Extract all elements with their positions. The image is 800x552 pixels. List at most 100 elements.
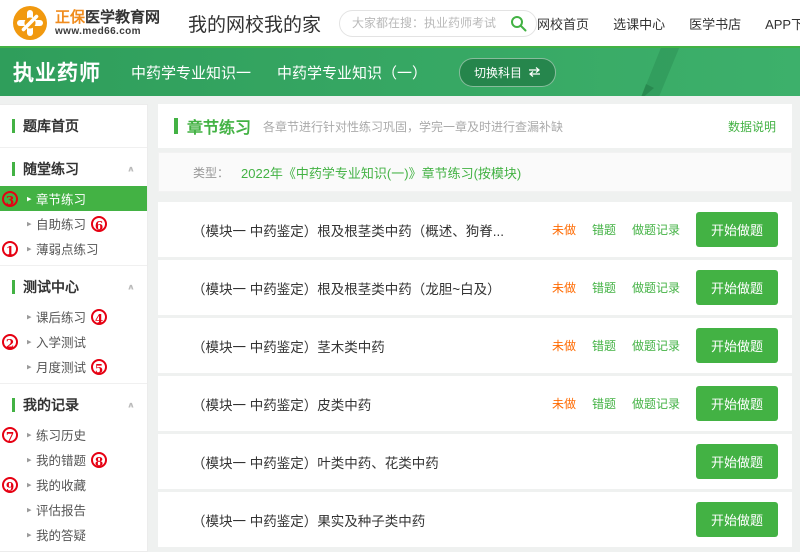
start-exercise-button[interactable]: 开始做题 <box>696 502 778 537</box>
sidebar-item[interactable]: ▸练习历史7 <box>0 422 147 447</box>
exam-name: 执业药师 <box>13 57 101 87</box>
nav-link-courses[interactable]: 选课中心 <box>613 14 665 33</box>
page-subtitle: 各章节进行针对性练习巩固，学完一章及时进行查漏补缺 <box>263 118 563 135</box>
annotation-badge: 8 <box>91 452 107 468</box>
chevron-up-icon: ∧ <box>127 401 135 410</box>
sidebar-item[interactable]: ▸评估报告 <box>0 497 147 522</box>
caret-right-icon: ▸ <box>27 218 32 229</box>
brand-url: www.med66.com <box>55 26 160 38</box>
search-icon[interactable] <box>510 15 527 32</box>
sidebar-item[interactable]: ▸我的错题8 <box>0 447 147 472</box>
sidebar-item[interactable]: ▸我的收藏9 <box>0 472 147 497</box>
exercise-row: （模块一 中药鉴定）根及根茎类中药（概述、狗脊...未做错题做题记录开始做题 <box>158 202 792 257</box>
accent-bar-icon <box>12 162 15 176</box>
answer-record-link[interactable]: 做题记录 <box>632 279 680 296</box>
sidebar-item[interactable]: ▸自助练习6 <box>0 211 147 236</box>
sidebar-item[interactable]: ▸薄弱点练习1 <box>0 236 147 261</box>
row-actions: 未做错题做题记录开始做题 <box>542 386 778 421</box>
exercise-row: （模块一 中药鉴定）皮类中药 未做错题做题记录开始做题 <box>158 376 792 431</box>
nav-link-home[interactable]: 网校首页 <box>537 14 589 33</box>
wrong-questions-link[interactable]: 错题 <box>592 395 616 412</box>
subject-tab-1[interactable]: 中药学专业知识一 <box>131 62 251 83</box>
answer-record-link[interactable]: 做题记录 <box>632 395 680 412</box>
site-slogan: 我的网校我的家 <box>188 10 321 37</box>
exercise-title: （模块一 中药鉴定）皮类中药 <box>192 394 371 414</box>
caret-right-icon: ▸ <box>27 479 32 490</box>
caret-right-icon: ▸ <box>27 243 32 254</box>
wrong-questions-link[interactable]: 错题 <box>592 337 616 354</box>
annotation-badge: 2 <box>2 334 18 350</box>
exercise-title: （模块一 中药鉴定）叶类中药、花类中药 <box>192 452 439 472</box>
main-content: 章节练习 各章节进行针对性练习巩固，学完一章及时进行查漏补缺 数据说明 类型： … <box>158 104 792 550</box>
wrong-questions-link[interactable]: 错题 <box>592 279 616 296</box>
top-navbar: 正保医学教育网 www.med66.com 我的网校我的家 网校首页 选课中心 … <box>0 0 800 48</box>
undone-link[interactable]: 未做 <box>552 395 576 412</box>
start-exercise-button[interactable]: 开始做题 <box>696 270 778 305</box>
exercise-row: （模块一 中药鉴定）叶类中药、花类中药 开始做题 <box>158 434 792 489</box>
annotation-badge: 7 <box>2 427 18 443</box>
caret-right-icon: ▸ <box>27 529 32 540</box>
section-accent-bar <box>174 118 178 134</box>
nav-link-bookstore[interactable]: 医学书店 <box>689 14 741 33</box>
chevron-up-icon: ∧ <box>127 283 135 292</box>
start-exercise-button[interactable]: 开始做题 <box>696 386 778 421</box>
brand-name-orange: 正保 <box>55 9 85 26</box>
type-filter-card: 类型： 2022年《中药学专业知识(一)》章节练习(按模块) <box>158 152 792 192</box>
caret-right-icon: ▸ <box>27 193 32 204</box>
sidebar: 题库首页随堂练习∧▸章节练习3▸自助练习6▸薄弱点练习1测试中心∧▸课后练习4▸… <box>0 104 148 552</box>
row-actions: 未做错题做题记录开始做题 <box>542 212 778 247</box>
answer-record-link[interactable]: 做题记录 <box>632 337 680 354</box>
sidebar-item[interactable]: ▸月度测试5 <box>0 354 147 379</box>
accent-bar-icon <box>12 119 15 133</box>
sidebar-item[interactable]: ▸我的答疑 <box>0 522 147 547</box>
start-exercise-button[interactable]: 开始做题 <box>696 444 778 479</box>
caret-right-icon: ▸ <box>27 361 32 372</box>
row-actions: 未做错题做题记录开始做题 <box>542 270 778 305</box>
brand-name-dark: 医学教育网 <box>85 9 160 26</box>
swap-icon <box>528 67 541 77</box>
sidebar-item[interactable]: ▸章节练习3 <box>0 186 147 211</box>
undone-link[interactable]: 未做 <box>552 337 576 354</box>
sidebar-section-header[interactable]: 我的记录∧ <box>0 388 147 422</box>
start-exercise-button[interactable]: 开始做题 <box>696 212 778 247</box>
caret-right-icon: ▸ <box>27 504 32 515</box>
subject-tab-2[interactable]: 中药学专业知识（一） <box>277 62 427 83</box>
undone-link[interactable]: 未做 <box>552 221 576 238</box>
undone-link[interactable]: 未做 <box>552 279 576 296</box>
type-selected-option[interactable]: 2022年《中药学专业知识(一)》章节练习(按模块) <box>241 163 521 182</box>
site-logo[interactable]: 正保医学教育网 www.med66.com <box>12 5 160 41</box>
sidebar-section: 测试中心∧▸课后练习4▸入学测试2▸月度测试5 <box>0 265 147 383</box>
row-actions: 开始做题 <box>686 444 778 479</box>
caret-right-icon: ▸ <box>27 336 32 347</box>
start-exercise-button[interactable]: 开始做题 <box>696 328 778 363</box>
answer-record-link[interactable]: 做题记录 <box>632 221 680 238</box>
sidebar-item[interactable]: ▸课后练习4 <box>0 304 147 329</box>
search-input[interactable] <box>339 10 537 37</box>
wrong-questions-link[interactable]: 错题 <box>592 221 616 238</box>
chevron-up-icon: ∧ <box>127 165 135 174</box>
annotation-badge: 1 <box>2 241 18 257</box>
sidebar-section-header[interactable]: 题库首页 <box>0 109 147 143</box>
annotation-badge: 3 <box>2 191 18 207</box>
sidebar-section: 我的记录∧▸练习历史7▸我的错题8▸我的收藏9▸评估报告▸我的答疑 <box>0 383 147 551</box>
nav-link-app-download[interactable]: APP下载∨ <box>765 14 800 33</box>
section-header-card: 章节练习 各章节进行针对性练习巩固，学完一章及时进行查漏补缺 数据说明 <box>158 104 792 148</box>
page-body: 题库首页随堂练习∧▸章节练习3▸自助练习6▸薄弱点练习1测试中心∧▸课后练习4▸… <box>0 96 800 552</box>
caret-right-icon: ▸ <box>27 311 32 322</box>
logo-icon <box>12 5 48 41</box>
sidebar-section: 随堂练习∧▸章节练习3▸自助练习6▸薄弱点练习1 <box>0 147 147 265</box>
page-title: 章节练习 <box>187 114 251 138</box>
exercise-row: （模块一 中药鉴定）茎木类中药 未做错题做题记录开始做题 <box>158 318 792 373</box>
caret-right-icon: ▸ <box>27 454 32 465</box>
switch-subject-button[interactable]: 切换科目 <box>459 58 556 87</box>
row-actions: 未做错题做题记录开始做题 <box>542 328 778 363</box>
data-note-link[interactable]: 数据说明 <box>728 118 776 135</box>
row-actions: 开始做题 <box>686 502 778 537</box>
sidebar-section-header[interactable]: 测试中心∧ <box>0 270 147 304</box>
subject-banner: 执业药师 中药学专业知识一 中药学专业知识（一） 切换科目 <box>0 48 800 96</box>
exercise-title: （模块一 中药鉴定）根及根茎类中药（龙胆~白及） <box>192 278 501 298</box>
sidebar-section-header[interactable]: 随堂练习∧ <box>0 152 147 186</box>
sidebar-item[interactable]: ▸入学测试2 <box>0 329 147 354</box>
exercise-list: （模块一 中药鉴定）根及根茎类中药（概述、狗脊...未做错题做题记录开始做题 （模… <box>158 202 792 547</box>
exercise-title: （模块一 中药鉴定）茎木类中药 <box>192 336 385 356</box>
